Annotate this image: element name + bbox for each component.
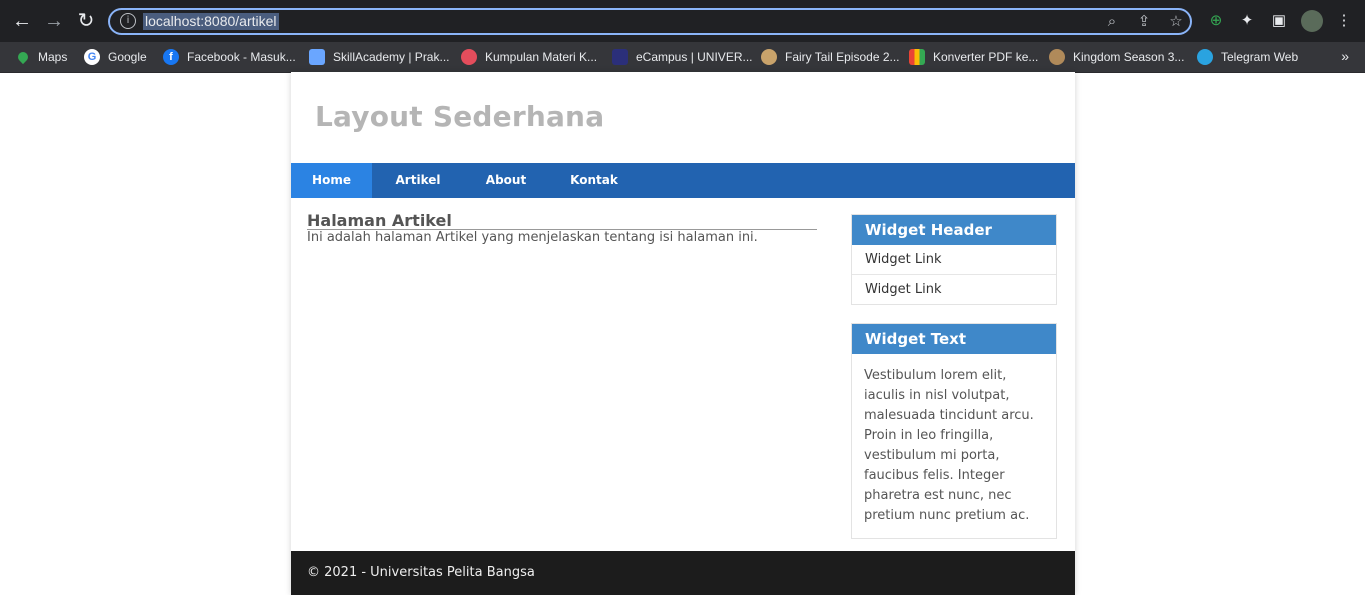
back-arrow-icon[interactable]: ←: [10, 9, 34, 33]
kingdom-icon: [1049, 49, 1065, 65]
bookmark-label: Konverter PDF ke...: [933, 50, 1039, 64]
skillacademy-icon: [309, 49, 325, 65]
nav-artikel[interactable]: Artikel: [372, 163, 464, 198]
facebook-icon: f: [163, 49, 179, 65]
menu-kebab-icon[interactable]: ⋮: [1334, 11, 1354, 31]
footer-copyright: © 2021 - Universitas Pelita Bangsa: [307, 565, 535, 580]
bookmark-konverter-pdf[interactable]: Konverter PDF ke...: [909, 42, 1038, 72]
bookmark-ecampus[interactable]: eCampus | UNIVER...: [612, 42, 752, 72]
bookmark-label: Maps: [38, 50, 68, 64]
widget-text: Widget Text Vestibulum lorem elit, iacul…: [851, 323, 1057, 539]
nav-home[interactable]: Home: [291, 163, 372, 198]
bookmark-label: Google: [108, 50, 147, 64]
forward-arrow-icon[interactable]: →: [42, 9, 66, 33]
main-nav: Home Artikel About Kontak: [291, 163, 1075, 198]
bookmarks-bar: Maps G Google f Facebook - Masuk... SkillA…: [0, 42, 1365, 73]
bookmark-kingdom[interactable]: Kingdom Season 3...: [1049, 42, 1184, 72]
more-bookmarks-chevron-icon[interactable]: »: [1341, 48, 1349, 64]
widget-links: Widget Header Widget Link Widget Link: [851, 214, 1057, 305]
extensions-puzzle-icon[interactable]: ✦: [1237, 11, 1257, 31]
site-info-icon[interactable]: i: [120, 13, 136, 29]
nav-about[interactable]: About: [464, 163, 548, 198]
konverter-icon: [909, 49, 925, 65]
browser-toolbar: ← → ↻ i localhost:8080/artikel ⌕ ⇪ ☆ ⊕ ✦…: [0, 0, 1365, 42]
widget-header: Widget Header: [852, 215, 1056, 245]
site-title: Layout Sederhana: [315, 100, 605, 133]
bookmark-kumpulan-materi[interactable]: Kumpulan Materi K...: [461, 42, 597, 72]
extension-plus-icon[interactable]: ⊕: [1206, 11, 1226, 31]
bookmark-label: Telegram Web: [1221, 50, 1299, 64]
url-text[interactable]: localhost:8080/artikel: [143, 13, 279, 30]
maps-icon: [15, 49, 31, 65]
widget-link[interactable]: Widget Link: [852, 275, 1056, 304]
bookmark-label: Kingdom Season 3...: [1073, 50, 1185, 64]
bookmark-skillacademy[interactable]: SkillAcademy | Prak...: [309, 42, 449, 72]
bookmark-fairy-tail[interactable]: Fairy Tail Episode 2...: [761, 42, 900, 72]
bookmark-google[interactable]: G Google: [84, 42, 147, 72]
materi-icon: [461, 49, 477, 65]
google-icon: G: [84, 49, 100, 65]
widget-text-header: Widget Text: [852, 324, 1056, 354]
bookmark-maps[interactable]: Maps: [14, 42, 67, 72]
bookmark-label: Kumpulan Materi K...: [485, 50, 598, 64]
bookmark-label: Fairy Tail Episode 2...: [785, 50, 900, 64]
page-container: Layout Sederhana Home Artikel About Kont…: [291, 72, 1075, 595]
fairy-tail-icon: [761, 49, 777, 65]
bookmark-label: Facebook - Masuk...: [187, 50, 296, 64]
bookmark-label: SkillAcademy | Prak...: [333, 50, 450, 64]
widget-text-body: Vestibulum lorem elit, iaculis in nisl v…: [864, 368, 1034, 523]
telegram-icon: [1197, 49, 1213, 65]
widget-link[interactable]: Widget Link: [852, 245, 1056, 275]
bookmark-star-icon[interactable]: ☆: [1166, 12, 1186, 32]
footer: © 2021 - Universitas Pelita Bangsa: [291, 551, 1075, 595]
reload-icon[interactable]: ↻: [74, 9, 98, 33]
content-text: Ini adalah halaman Artikel yang menjelas…: [307, 230, 758, 245]
nav-kontak[interactable]: Kontak: [548, 163, 640, 198]
bookmark-label: eCampus | UNIVER...: [636, 50, 753, 64]
address-bar[interactable]: i localhost:8080/artikel ⌕ ⇪ ☆: [108, 8, 1192, 35]
ecampus-icon: [612, 49, 628, 65]
side-panel-icon[interactable]: ▣: [1269, 11, 1289, 31]
bookmark-telegram[interactable]: Telegram Web: [1197, 42, 1298, 72]
bookmark-facebook[interactable]: f Facebook - Masuk...: [163, 42, 296, 72]
share-icon[interactable]: ⇪: [1134, 12, 1154, 32]
zoom-icon[interactable]: ⌕: [1102, 12, 1122, 32]
content-heading: Halaman Artikel: [307, 212, 817, 230]
profile-avatar[interactable]: [1301, 10, 1323, 32]
